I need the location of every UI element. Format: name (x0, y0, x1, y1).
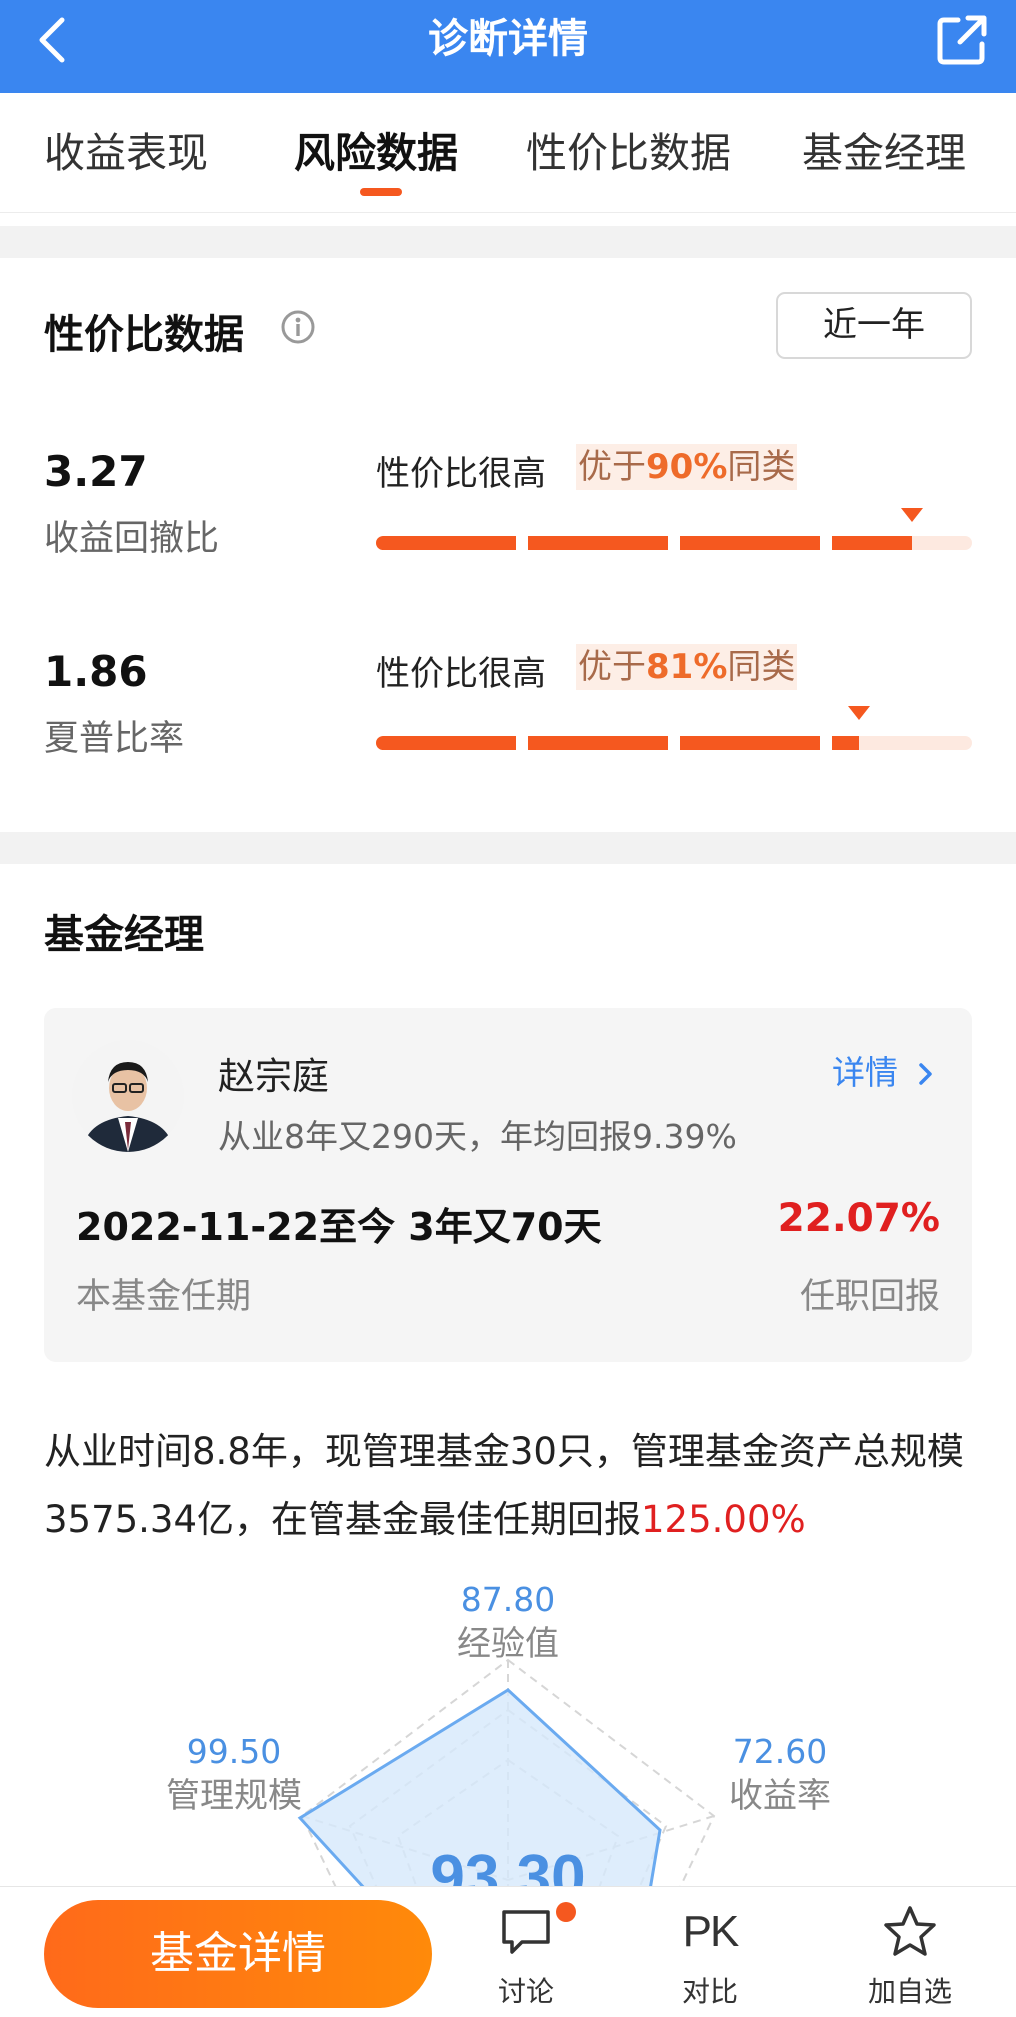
metric-percentile-badge: 优于90%同类 (576, 444, 798, 490)
badge-percent: 81% (646, 647, 728, 687)
summary-text: 从业时间8.8年，现管理基金30只，管理基金资产总规模3575.34亿，在管基金… (44, 1430, 964, 1541)
radar-label-experience: 经验值 (457, 1624, 559, 1664)
metric-label: 夏普比率 (44, 719, 185, 759)
section-divider (0, 226, 1016, 258)
manager-section-title: 基金经理 (44, 912, 204, 958)
tenure-period: 2022-11-22至今 3年又70天 (76, 1205, 602, 1249)
notification-dot (556, 1902, 576, 1922)
compare-label: 对比 (681, 1975, 738, 2008)
bar-segment-filled (376, 736, 516, 750)
star-icon (884, 1906, 936, 1956)
badge-percent: 90% (646, 447, 728, 487)
manager-summary: 从业时间8.8年，现管理基金30只，管理基金资产总规模3575.34亿，在管基金… (44, 1418, 984, 1554)
avatar (72, 1040, 184, 1152)
top-bar: 诊断详情 (0, 0, 1016, 93)
metric-label: 收益回撤比 (44, 519, 220, 559)
share-icon[interactable] (930, 8, 994, 72)
badge-suffix: 同类 (727, 647, 796, 687)
bar-segment-filled (680, 536, 820, 550)
active-tab-indicator (360, 188, 402, 196)
bar-segment-track (858, 736, 972, 750)
tenure-return-label: 任职回报 (799, 1277, 940, 1317)
radar-label-scale: 管理规模 (166, 1776, 302, 1816)
badge-prefix: 优于 (578, 647, 646, 687)
fund-detail-button[interactable]: 基金详情 (44, 1900, 432, 2008)
tab-bar: 收益表现 风险数据 性价比数据 基金经理 (0, 93, 1016, 213)
section-divider (0, 832, 1016, 864)
chevron-right-icon (918, 1063, 932, 1085)
radar-center-value: 93.30 (430, 1843, 585, 1890)
manager-name: 赵宗庭 (218, 1055, 329, 1098)
summary-highlight: 125.00% (641, 1498, 806, 1541)
bar-segment-filled (528, 536, 668, 550)
badge-suffix: 同类 (727, 447, 796, 487)
manager-experience: 从业8年又290天，年均回报9.39% (218, 1117, 737, 1156)
add-watchlist-label: 加自选 (867, 1975, 952, 2008)
metric-rating: 性价比很高 (376, 654, 546, 694)
tenure-label: 本基金任期 (76, 1277, 252, 1317)
compare-nav-item[interactable]: PK 对比 (650, 1902, 770, 2012)
metric-rating: 性价比很高 (376, 454, 546, 494)
metric-bar (376, 536, 972, 550)
period-select-button[interactable]: 近一年 (776, 292, 972, 359)
bar-segment-filled (832, 536, 913, 550)
pk-icon: PK (682, 1907, 740, 1956)
bar-segment-filled (376, 536, 516, 550)
metric-marker (901, 508, 924, 522)
radar-value-scale: 99.50 (186, 1732, 282, 1771)
bar-segment-filled (528, 736, 668, 750)
radar-value-experience: 87.80 (460, 1580, 556, 1619)
page-title: 诊断详情 (428, 16, 588, 62)
add-watchlist-nav-item[interactable]: 加自选 (850, 1902, 970, 2012)
radar-label-return: 收益率 (729, 1776, 831, 1816)
manager-radar-chart: 93.30 87.80 经验值 72.60 收益率 99.50 管理规模 (0, 1560, 1016, 1890)
metric-value: 1.86 (44, 647, 148, 696)
discuss-label: 讨论 (497, 1975, 554, 2008)
metric-marker (847, 706, 870, 720)
bar-segment-track (912, 536, 972, 550)
metric-bar (376, 736, 972, 750)
value-section-title: 性价比数据 (44, 312, 244, 358)
tab-returns[interactable]: 收益表现 (44, 93, 208, 213)
badge-prefix: 优于 (578, 447, 646, 487)
radar-value-return: 72.60 (732, 1732, 828, 1771)
metric-percentile-badge: 优于81%同类 (576, 644, 798, 690)
manager-detail-link[interactable]: 详情 (832, 1046, 937, 1094)
detail-label: 详情 (832, 1053, 898, 1092)
bar-segment-filled (832, 736, 859, 750)
metric-value: 3.27 (44, 447, 148, 496)
tab-value[interactable]: 性价比数据 (526, 93, 731, 213)
chat-icon (502, 1910, 550, 1954)
tenure-return-value: 22.07% (777, 1196, 940, 1241)
tab-manager[interactable]: 基金经理 (802, 93, 966, 213)
info-icon[interactable] (280, 309, 316, 345)
bar-segment-filled (680, 736, 820, 750)
